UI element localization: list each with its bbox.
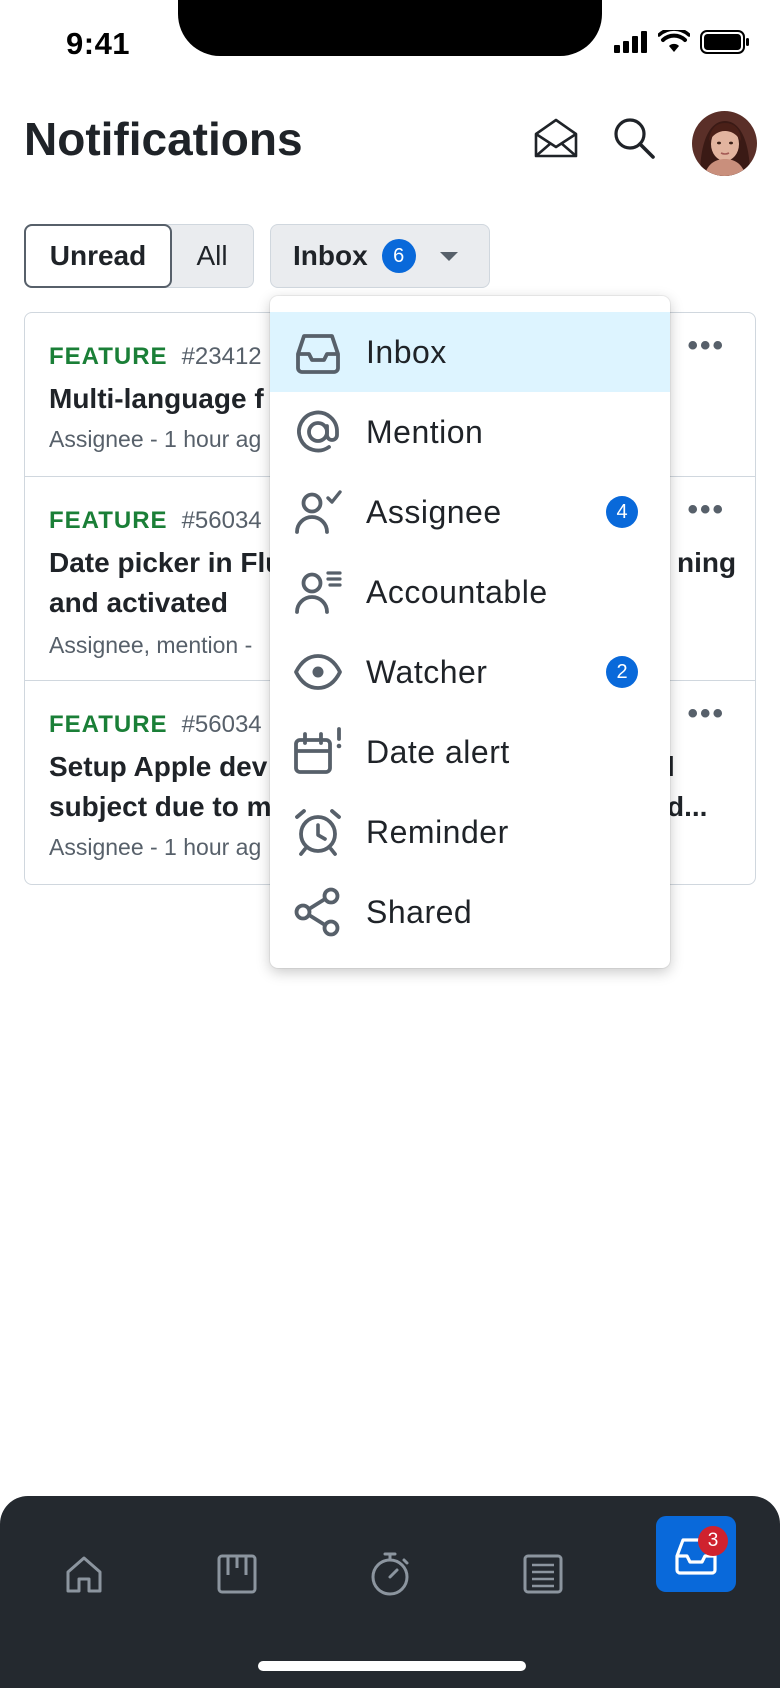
notification-number: #56034 — [181, 711, 262, 738]
inbox-tray-icon — [296, 334, 340, 374]
menu-item-label: Date alert — [366, 733, 510, 770]
list-icon[interactable] — [513, 1544, 573, 1604]
menu-item-assignee[interactable]: Assignee 4 — [270, 472, 670, 552]
device-notch — [178, 0, 602, 56]
board-icon[interactable] — [207, 1544, 267, 1604]
menu-item-label: Assignee — [366, 493, 502, 530]
share-icon — [294, 887, 340, 937]
inbox-filter-label: Inbox — [293, 240, 368, 271]
menu-item-label: Shared — [366, 893, 473, 930]
notification-number: #23412 — [181, 343, 262, 370]
person-check-icon — [295, 490, 342, 534]
at-sign-icon — [297, 410, 339, 453]
inbox-filter-menu: Inbox Mention Assignee 4 Accountable Wat… — [270, 296, 670, 968]
more-options-icon[interactable]: ••• — [687, 697, 725, 731]
mark-all-read-icon[interactable] — [532, 114, 580, 162]
all-filter-button[interactable]: All — [171, 225, 253, 287]
notification-title-right: ning — [677, 547, 737, 578]
notification-type: FEATURE — [49, 343, 168, 370]
inbox-filter-dropdown[interactable]: Inbox 6 — [270, 224, 490, 288]
menu-item-label: Accountable — [366, 573, 548, 610]
inbox-nav-badge: 3 — [698, 1526, 728, 1556]
read-filter-segmented-control: Unread All — [24, 224, 254, 288]
notification-type: FEATURE — [49, 711, 168, 738]
signal-icon — [614, 31, 647, 53]
menu-item-label: Watcher — [366, 653, 488, 690]
notification-subtitle: Assignee - 1 hour ag — [49, 834, 262, 860]
unread-filter-button[interactable]: Unread — [24, 224, 172, 288]
notification-title: Setup Apple dev — [49, 751, 268, 782]
status-icons — [614, 30, 750, 54]
assignee-count-badge: 4 — [606, 496, 638, 528]
battery-icon — [700, 30, 749, 54]
notification-number: #56034 — [181, 507, 262, 534]
caret-down-icon — [439, 251, 458, 261]
inbox-count-badge: 6 — [381, 239, 416, 273]
menu-item-mention[interactable]: Mention — [270, 392, 670, 472]
inbox-nav-button[interactable]: 3 — [656, 1516, 736, 1592]
notification-meta: FEATURE #56034 — [49, 507, 262, 535]
calendar-alert-icon — [294, 727, 342, 774]
status-time: 9:41 — [66, 26, 131, 61]
bottom-navigation: 3 — [0, 1496, 780, 1688]
home-indicator — [258, 1661, 526, 1671]
wifi-icon — [658, 30, 690, 52]
search-icon[interactable] — [610, 114, 658, 162]
menu-item-shared[interactable]: Shared — [270, 872, 670, 952]
stopwatch-icon[interactable] — [360, 1544, 420, 1604]
person-list-icon — [295, 571, 342, 614]
notification-meta: FEATURE #56034 — [49, 711, 262, 739]
notification-title-line2-right: d... — [667, 791, 708, 822]
notification-type: FEATURE — [49, 507, 168, 534]
menu-item-label: Reminder — [366, 813, 509, 850]
alarm-clock-icon — [295, 809, 341, 856]
menu-item-label: Mention — [366, 413, 484, 450]
notification-title: Multi-language f — [49, 383, 264, 414]
watcher-count-badge: 2 — [606, 656, 638, 688]
menu-item-accountable[interactable]: Accountable — [270, 552, 670, 632]
more-options-icon[interactable]: ••• — [687, 493, 725, 527]
eye-icon — [294, 654, 342, 690]
avatar[interactable] — [692, 111, 757, 176]
menu-item-reminder[interactable]: Reminder — [270, 792, 670, 872]
page-title: Notifications — [24, 113, 303, 165]
notification-meta: FEATURE #23412 — [49, 343, 262, 371]
notification-title-line2: and activated — [49, 587, 228, 618]
home-icon[interactable] — [54, 1544, 114, 1604]
notification-title-line2: subject due to m — [49, 791, 272, 822]
menu-item-label: Inbox — [366, 333, 447, 370]
notification-subtitle: Assignee - 1 hour ag — [49, 426, 262, 452]
notification-subtitle: Assignee, mention - — [49, 632, 253, 658]
more-options-icon[interactable]: ••• — [687, 329, 725, 363]
notification-title: Date picker in Flu — [49, 547, 283, 578]
menu-item-inbox[interactable]: Inbox — [270, 312, 670, 392]
menu-item-watcher[interactable]: Watcher 2 — [270, 632, 670, 712]
menu-item-date-alert[interactable]: Date alert — [270, 712, 670, 792]
